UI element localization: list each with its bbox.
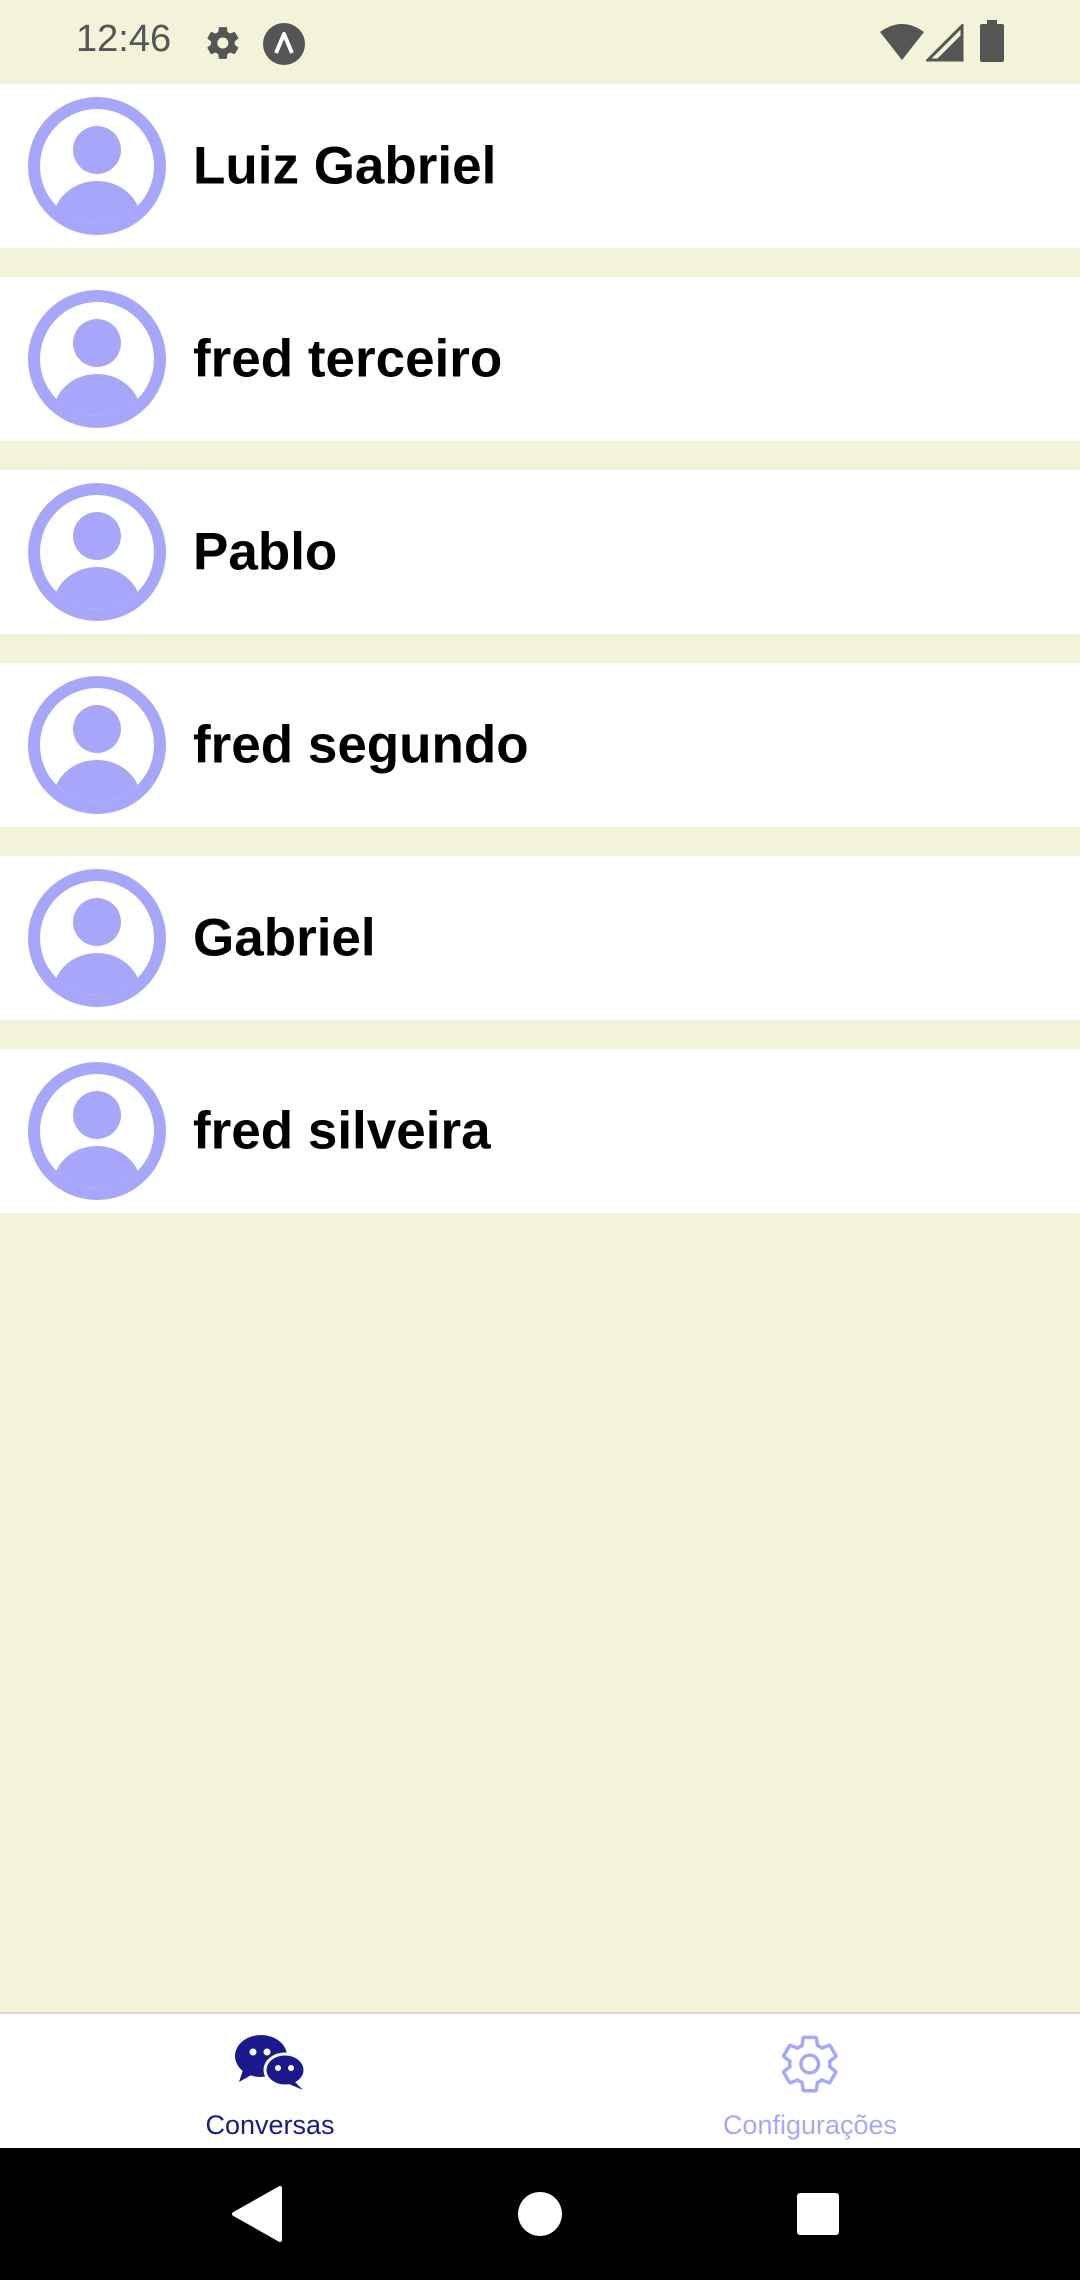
contact-name: Gabriel — [193, 908, 376, 968]
system-nav-bar — [0, 2148, 1080, 2280]
battery-icon — [980, 20, 1004, 62]
signal-icon — [926, 24, 964, 62]
contact-row[interactable]: fred silveira — [0, 1049, 1080, 1213]
avatar-icon — [28, 290, 166, 428]
home-icon[interactable] — [508, 2182, 572, 2246]
gear-icon — [782, 2035, 838, 2093]
contact-row[interactable]: Luiz Gabriel — [0, 84, 1080, 248]
contact-name: fred terceiro — [193, 329, 503, 389]
avatar-icon — [28, 676, 166, 814]
contact-row[interactable]: Pablo — [0, 470, 1080, 634]
gear-icon — [207, 27, 239, 59]
avatar-icon — [28, 483, 166, 621]
tab-configuracoes[interactable]: Configurações — [540, 2014, 1080, 2148]
tab-conversas[interactable]: Conversas — [0, 2014, 540, 2148]
status-bar: 12:46 — [0, 0, 1080, 84]
contact-row[interactable]: fred segundo — [0, 663, 1080, 827]
chat-bubbles-icon — [235, 2035, 307, 2090]
contact-name: fred segundo — [193, 715, 529, 775]
app-notification-icon — [263, 23, 305, 65]
status-time: 12:46 — [76, 18, 172, 60]
tab-label-configuracoes: Configurações — [722, 2110, 898, 2140]
avatar-icon — [28, 97, 166, 235]
contact-name: Luiz Gabriel — [193, 136, 497, 196]
tab-label-conversas: Conversas — [205, 2110, 335, 2140]
back-icon[interactable] — [224, 2182, 288, 2246]
recents-icon[interactable] — [786, 2182, 850, 2246]
contact-name: Pablo — [193, 522, 338, 582]
avatar-icon — [28, 1062, 166, 1200]
avatar-icon — [28, 869, 166, 1007]
wifi-icon — [880, 24, 924, 60]
contact-list: Luiz Gabriel fred terceiro Pablo fred se… — [0, 84, 1080, 1242]
contact-row[interactable]: Gabriel — [0, 856, 1080, 1020]
contact-row[interactable]: fred terceiro — [0, 277, 1080, 441]
bottom-tab-bar: Conversas Configurações — [0, 2012, 1080, 2148]
contact-name: fred silveira — [193, 1101, 491, 1161]
